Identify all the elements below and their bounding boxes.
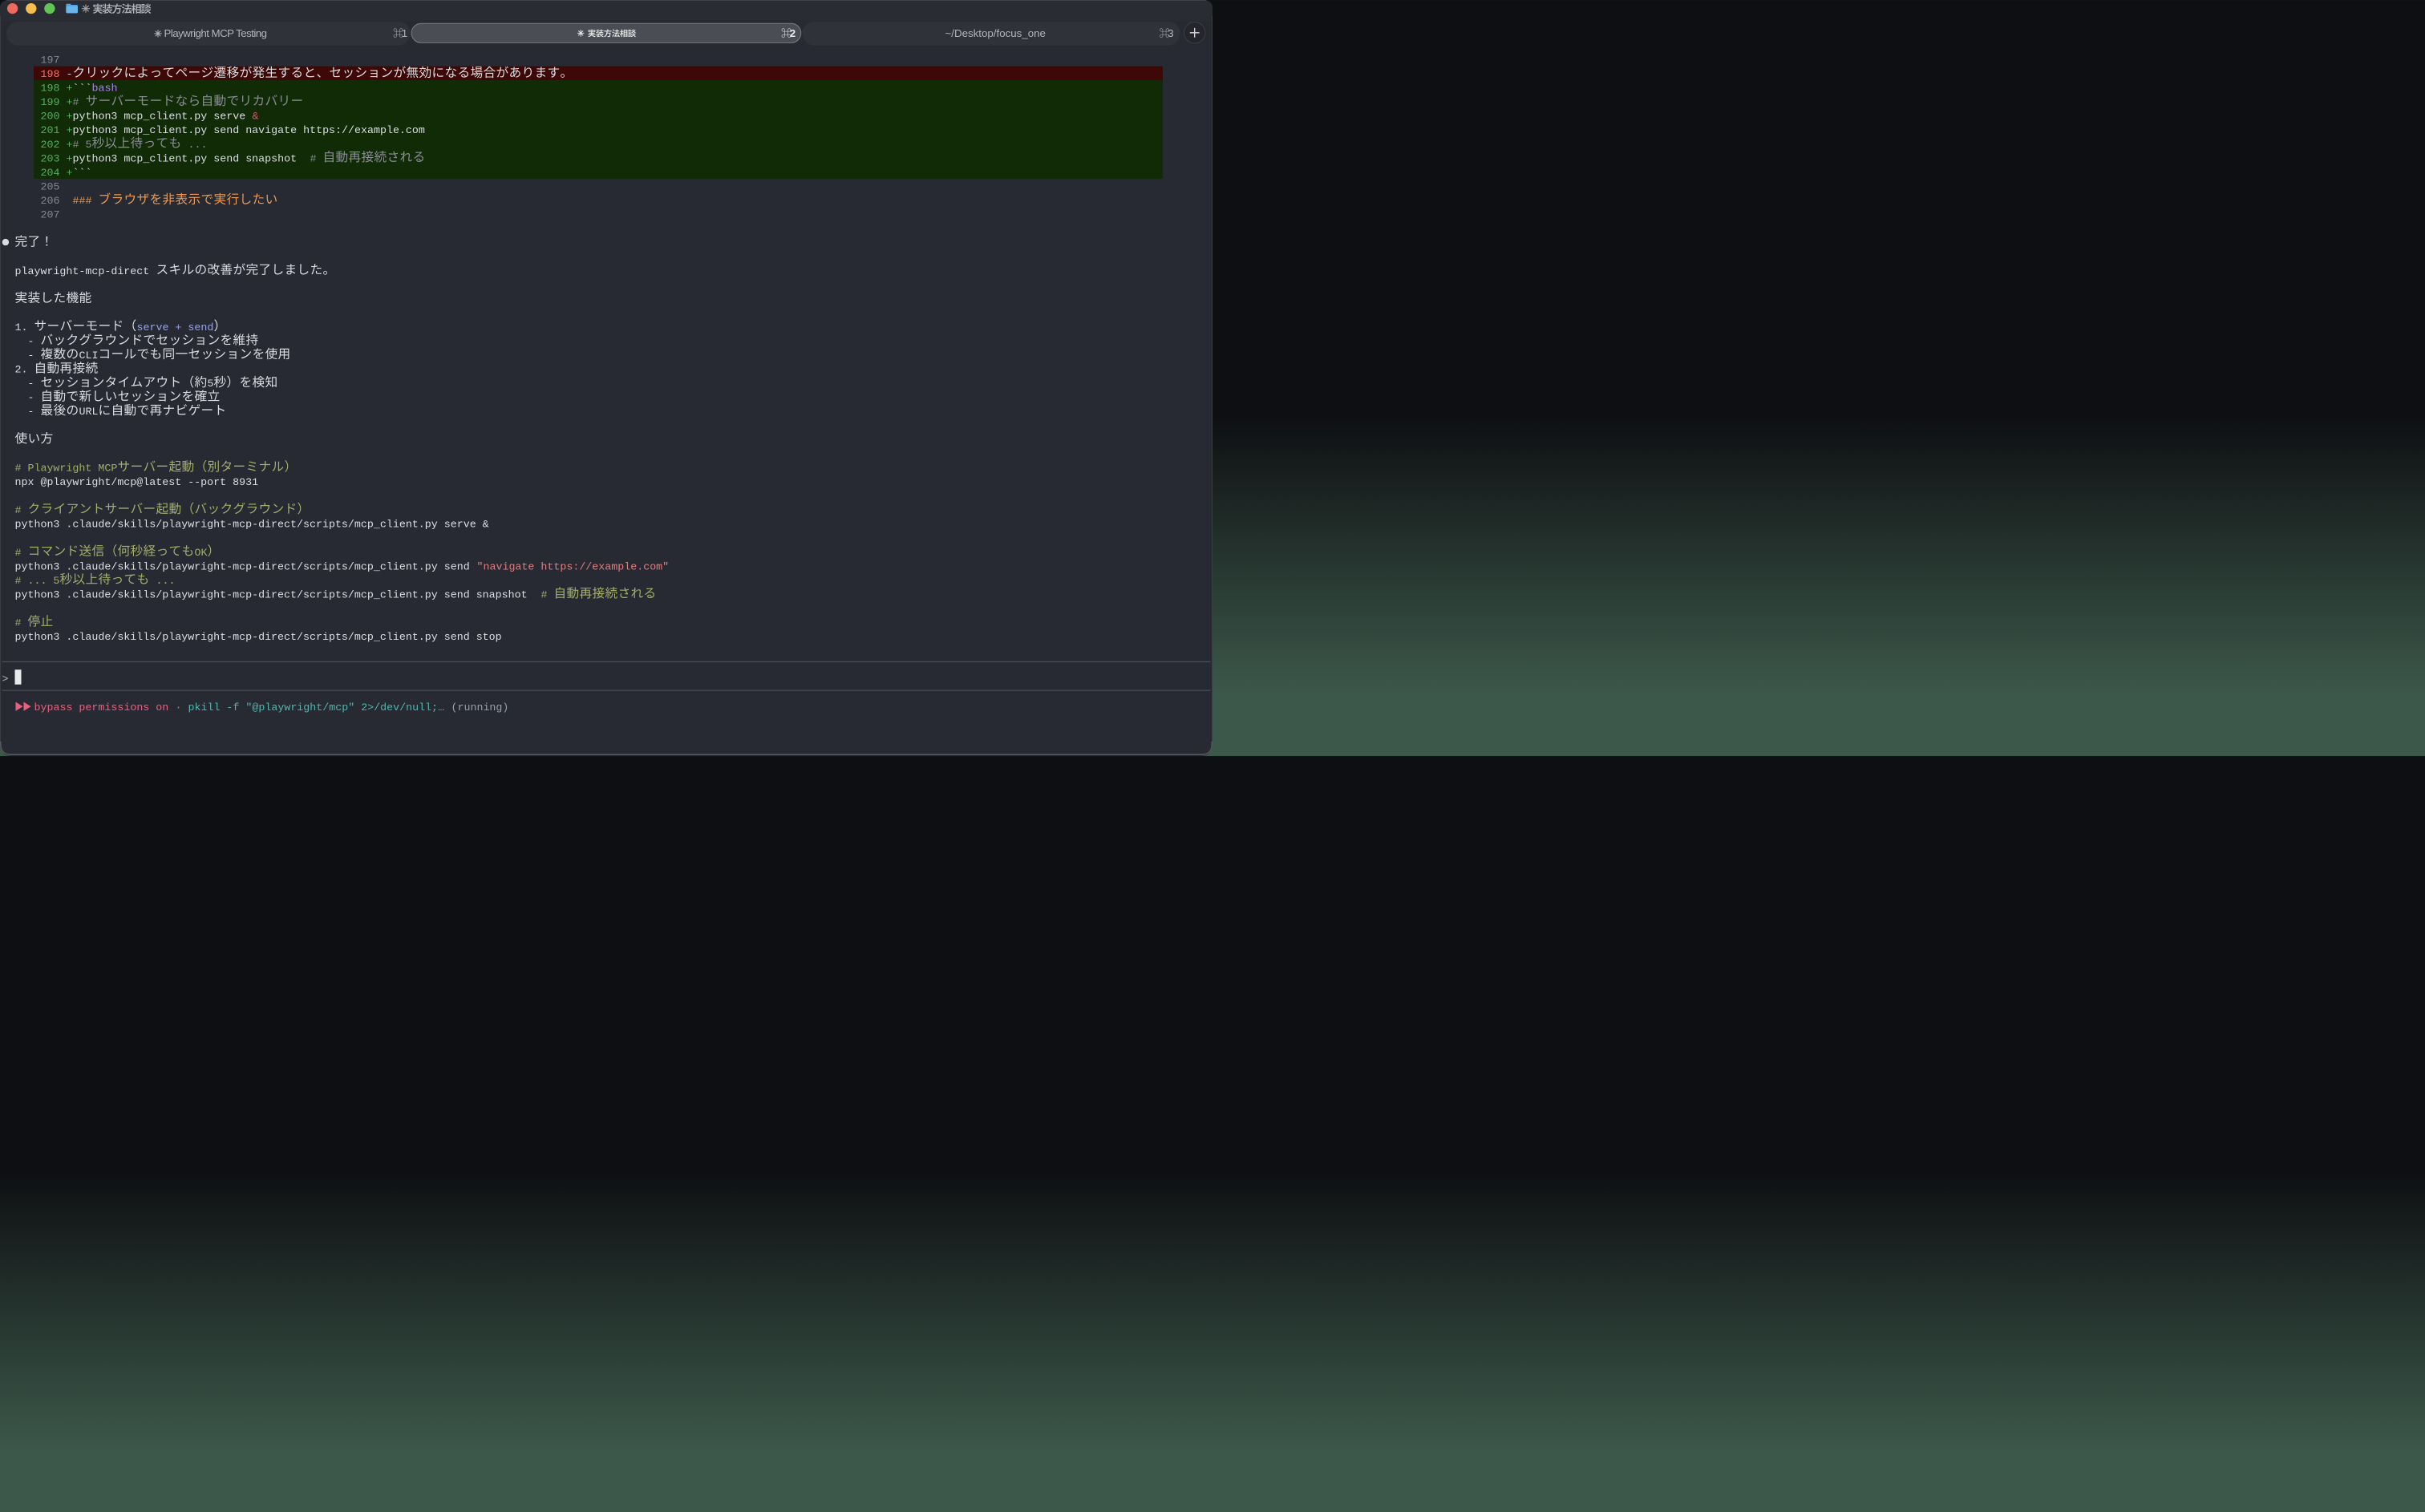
svg-text:2: 2 (790, 27, 796, 39)
svg-text:#: # (15, 504, 22, 516)
svg-text:-: - (28, 392, 34, 404)
svg-text:```: ``` (73, 83, 92, 95)
svg-text:#: # (73, 96, 79, 108)
svg-text:pkill -f "@playwright/mcp" 2>/: pkill -f "@playwright/mcp" 2>/dev/null;… (188, 701, 445, 714)
svg-text:python3 mcp_client.py send sna: python3 mcp_client.py send snapshot (73, 152, 298, 164)
svg-text:200: 200 (41, 111, 60, 123)
svg-text:###: ### (73, 195, 92, 207)
svg-text:206: 206 (41, 195, 60, 207)
svg-text:198: 198 (41, 68, 60, 80)
svg-text:python3 mcp_client.py send nav: python3 mcp_client.py send navigate http… (73, 124, 425, 136)
svg-text:+: + (67, 152, 73, 164)
svg-text:# ... 5: # ... 5 (15, 575, 60, 587)
svg-text:&: & (253, 111, 259, 123)
svg-text:>: > (2, 673, 9, 685)
svg-text:OK: OK (195, 547, 208, 559)
svg-text:-: - (28, 378, 34, 390)
svg-text:-: - (28, 336, 34, 348)
svg-text:"navigate https://example.com": "navigate https://example.com" (477, 560, 670, 572)
svg-text:~/Desktop/focus_one: ~/Desktop/focus_one (945, 27, 1046, 39)
svg-text:python3 .claude/skills/playwri: python3 .claude/skills/playwright-mcp-di… (15, 588, 528, 600)
svg-text:205: 205 (41, 181, 60, 193)
svg-text:3: 3 (1168, 27, 1173, 39)
svg-text:5: 5 (208, 378, 214, 390)
svg-text:python3 .claude/skills/playwri: python3 .claude/skills/playwright-mcp-di… (15, 519, 489, 531)
svg-text:#: # (15, 617, 22, 629)
svg-text:198: 198 (41, 83, 60, 95)
svg-text:URL: URL (79, 406, 99, 418)
svg-text:202: 202 (41, 139, 60, 151)
svg-text:#: # (15, 547, 22, 559)
svg-text:npx @playwright/mcp@latest --p: npx @playwright/mcp@latest --port 8931 (15, 476, 259, 488)
svg-text:207: 207 (41, 209, 60, 221)
svg-text:python3 .claude/skills/playwri: python3 .claude/skills/playwright-mcp-di… (15, 631, 502, 643)
svg-text:python3 mcp_client.py serve: python3 mcp_client.py serve (73, 111, 246, 123)
svg-text:#: # (541, 588, 548, 600)
svg-text:Playwright MCP Testing: Playwright MCP Testing (164, 27, 267, 39)
svg-text:(running): (running) (451, 701, 509, 714)
svg-text:1: 1 (402, 27, 407, 39)
svg-text:...: ... (188, 139, 208, 151)
svg-text:playwright-mcp-direct: playwright-mcp-direct (15, 265, 150, 277)
svg-text:+: + (67, 124, 73, 136)
svg-text:bypass permissions on: bypass permissions on (34, 701, 169, 714)
svg-text:#: # (310, 152, 317, 164)
svg-text:+: + (67, 96, 73, 108)
svg-text:2.: 2. (15, 364, 28, 376)
svg-text:python3 .claude/skills/playwri: python3 .claude/skills/playwright-mcp-di… (15, 560, 470, 572)
svg-text:201: 201 (41, 124, 60, 136)
svg-text:199: 199 (41, 96, 60, 108)
svg-text:-: - (28, 406, 34, 418)
svg-text:+: + (67, 83, 73, 95)
svg-text:# Playwright MCP: # Playwright MCP (15, 463, 118, 475)
svg-text:# 5: # 5 (73, 139, 92, 151)
svg-text:1.: 1. (15, 321, 28, 334)
svg-text:197: 197 (41, 55, 60, 67)
svg-text:bash: bash (92, 83, 118, 95)
svg-text:-: - (28, 350, 34, 362)
svg-text:·: · (176, 701, 182, 714)
svg-text:-: - (67, 68, 73, 80)
svg-text:204: 204 (41, 167, 60, 179)
svg-text:```: ``` (73, 167, 92, 179)
svg-text:...: ... (156, 575, 176, 587)
svg-text:serve + send: serve + send (137, 321, 214, 334)
svg-text:CLI: CLI (79, 350, 99, 362)
svg-text:+: + (67, 167, 73, 179)
svg-text:203: 203 (41, 152, 60, 164)
svg-text:+: + (67, 139, 73, 151)
svg-text:+: + (67, 111, 73, 123)
